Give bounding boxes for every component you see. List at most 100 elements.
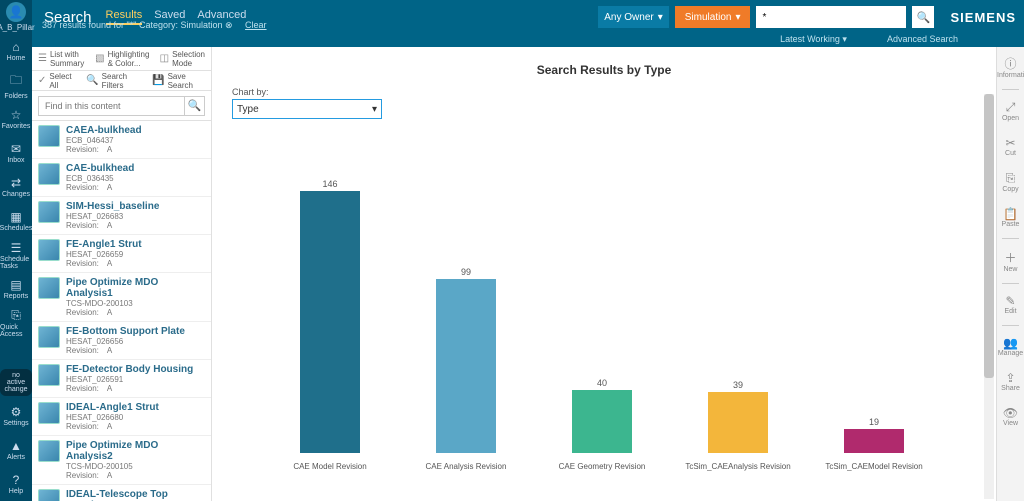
cmd-edit[interactable]: ✎Edit	[997, 290, 1024, 319]
scrollbar-thumb[interactable]	[984, 94, 994, 378]
nav-icon: 🗀	[10, 71, 22, 92]
cut-icon: ✂	[997, 136, 1024, 150]
result-item[interactable]: FE-Detector Body HousingHESAT_026591Revi…	[32, 360, 211, 398]
nav-no-active-change[interactable]: no active change	[0, 365, 32, 399]
nav-help[interactable]: ?Help	[0, 467, 32, 501]
clear-link[interactable]: Clear	[245, 20, 267, 30]
avatar-icon	[6, 2, 26, 22]
item-revision: A	[107, 259, 112, 268]
nav-quick-access[interactable]: ⎘Quick Access	[0, 306, 32, 340]
cmd-manage[interactable]: 👥Manage	[997, 332, 1024, 361]
result-item[interactable]: FE-Bottom Support PlateHESAT_026656Revis…	[32, 322, 211, 360]
top-bar: Search ResultsSavedAdvanced 387 results …	[0, 0, 1024, 34]
search-filters-button[interactable]: 🔍Search Filters	[86, 72, 142, 90]
nav-reports[interactable]: ▤Reports	[0, 272, 32, 306]
item-revision: A	[107, 346, 112, 355]
nav-schedule-tasks[interactable]: ☰Schedule Tasks	[0, 238, 32, 272]
bar[interactable]: 99	[436, 267, 496, 453]
bar[interactable]: 39	[708, 380, 768, 453]
result-item[interactable]: Pipe Optimize MDO Analysis2TCS-MDO-20010…	[32, 436, 211, 485]
save-search-button[interactable]: 💾Save Search	[152, 72, 205, 90]
bar-value: 39	[733, 380, 743, 390]
main-content: ☰List with Summary ▧Highlighting & Color…	[32, 47, 996, 501]
result-item[interactable]: SIM-Hessi_baselineHESAT_026683Revision:A	[32, 197, 211, 235]
results-list[interactable]: CAEA-bulkheadECB_046437Revision:ACAE-bul…	[32, 121, 211, 501]
bar[interactable]: 146	[300, 179, 360, 453]
results-summary-line: 387 results found for "*" Category: Simu…	[42, 20, 267, 31]
list-summary-toggle[interactable]: ☰List with Summary	[38, 50, 85, 68]
highlight-icon: ▧	[95, 53, 104, 64]
search-icon: 🔍	[917, 11, 931, 24]
bar-category-label: TcSim_CAEModel Revision	[814, 462, 934, 471]
advanced-search-link[interactable]: Advanced Search	[887, 34, 958, 45]
avatar-label: A_B_Pillar	[0, 23, 35, 32]
results-list-panel: ☰List with Summary ▧Highlighting & Color…	[32, 47, 212, 501]
bar[interactable]: 40	[572, 378, 632, 453]
item-thumbnail	[38, 163, 60, 185]
list-toolbar-2: ✓Select All 🔍Search Filters 💾Save Search	[32, 71, 211, 91]
category-selector[interactable]: Simulation▾	[675, 6, 751, 28]
item-thumbnail	[38, 489, 60, 501]
chart-title: Search Results by Type	[232, 63, 976, 77]
item-thumbnail	[38, 239, 60, 261]
cmd-open[interactable]: ⤢Open	[997, 96, 1024, 126]
nav-favorites[interactable]: ☆Favorites	[0, 102, 32, 136]
nav-icon: ⎘	[11, 308, 21, 323]
item-title: Pipe Optimize MDO Analysis1	[66, 277, 205, 299]
selection-icon: ◫	[160, 53, 169, 64]
cmd-information[interactable]: ⓘInformation	[997, 51, 1024, 83]
select-all-button[interactable]: ✓Select All	[38, 72, 76, 90]
list-filter-input[interactable]	[38, 96, 185, 116]
paste-icon: 📋	[997, 207, 1024, 221]
list-filter-button[interactable]: 🔍	[185, 96, 205, 116]
nav-folders[interactable]: 🗀Folders	[0, 68, 32, 102]
nav-icon: ▦	[10, 210, 21, 224]
bar-category-label: CAE Model Revision	[270, 462, 390, 471]
item-thumbnail	[38, 201, 60, 223]
result-item[interactable]: CAE-bulkheadECB_036435Revision:A	[32, 159, 211, 197]
result-item[interactable]: IDEAL-Angle1 StrutHESAT_026680Revision:A	[32, 398, 211, 436]
result-item[interactable]: CAEA-bulkheadECB_046437Revision:A	[32, 121, 211, 159]
search-icon: 🔍	[188, 99, 202, 112]
bar-value: 146	[322, 179, 337, 189]
left-nav-rail: A_B_Pillar ⌂Home🗀Folders☆Favorites✉Inbox…	[0, 0, 32, 501]
item-title: FE-Bottom Support Plate	[66, 326, 185, 337]
nav-inbox[interactable]: ✉Inbox	[0, 136, 32, 170]
highlighting-toggle[interactable]: ▧Highlighting & Color...	[95, 50, 149, 68]
global-search-input[interactable]	[756, 6, 906, 28]
revision-label: Revision:	[66, 346, 99, 355]
cmd-copy[interactable]: ⎘Copy	[997, 167, 1024, 197]
chart-scrollbar[interactable]	[984, 94, 994, 499]
nav-settings[interactable]: ⚙Settings	[0, 399, 32, 433]
item-revision: A	[107, 145, 112, 154]
owner-selector[interactable]: Any Owner▾	[598, 6, 669, 28]
result-item[interactable]: Pipe Optimize MDO Analysis1TCS-MDO-20010…	[32, 273, 211, 322]
avatar-cell[interactable]: A_B_Pillar	[0, 0, 32, 34]
nav-changes[interactable]: ⇄Changes	[0, 170, 32, 204]
item-title: Pipe Optimize MDO Analysis2	[66, 440, 205, 462]
latest-working-dropdown[interactable]: Latest Working ▾	[780, 34, 847, 45]
nav-alerts[interactable]: ▲Alerts	[0, 433, 32, 467]
chart-by-selector[interactable]: Type▾	[232, 99, 382, 119]
cmd-cut[interactable]: ✂Cut	[997, 132, 1024, 161]
result-item[interactable]: FE-Angle1 StrutHESAT_026659Revision:A	[32, 235, 211, 273]
cmd-share[interactable]: ⇪Share	[997, 367, 1024, 396]
revision-label: Revision:	[66, 422, 99, 431]
nav-schedules[interactable]: ▦Schedules	[0, 204, 32, 238]
nav-home[interactable]: ⌂Home	[0, 34, 32, 68]
item-thumbnail	[38, 402, 60, 424]
item-revision: A	[107, 422, 112, 431]
cmd-paste[interactable]: 📋Paste	[997, 203, 1024, 232]
item-id: TCS-MDO-200103	[66, 299, 205, 308]
cmd-new[interactable]: ＋New	[997, 245, 1024, 277]
cmd-view[interactable]: 👁View	[997, 402, 1024, 431]
result-item[interactable]: IDEAL-Telescope Top HousingHESAT_026668R…	[32, 485, 211, 501]
nav-icon: ✉	[11, 142, 21, 156]
right-command-rail: ⓘInformation ⤢Open ✂Cut ⎘Copy 📋Paste ＋New ✎Edi…	[996, 47, 1024, 501]
item-id: HESAT_026656	[66, 337, 185, 346]
selection-mode-toggle[interactable]: ◫Selection Mode	[160, 50, 205, 68]
bar[interactable]: 19	[844, 417, 904, 453]
item-thumbnail	[38, 125, 60, 147]
top-secondary-links: Latest Working ▾ Advanced Search	[780, 34, 958, 45]
search-button[interactable]: 🔍	[912, 6, 934, 28]
